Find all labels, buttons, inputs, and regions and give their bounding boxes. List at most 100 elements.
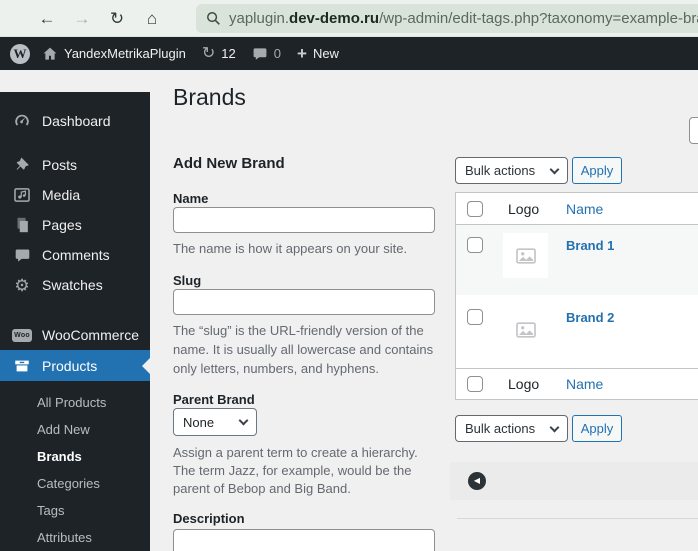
column-header-name[interactable]: Name [566, 201, 603, 217]
chevron-down-icon [549, 164, 560, 174]
media-icon [12, 186, 32, 204]
row-checkbox[interactable] [467, 309, 483, 325]
submenu-categories[interactable]: Categories [0, 470, 150, 497]
submenu-add-new[interactable]: Add New [0, 416, 150, 443]
apply-button-bottom[interactable]: Apply [572, 415, 622, 442]
submenu-brands[interactable]: Brands [0, 443, 150, 470]
description-label: Description [173, 511, 245, 526]
home-site-icon [43, 47, 57, 60]
name-input[interactable] [173, 207, 435, 233]
image-placeholder-icon [515, 321, 536, 338]
table-row: Brand 1 [456, 225, 698, 295]
divider-line [457, 518, 698, 519]
reload-button[interactable]: ↻ [106, 10, 128, 27]
search-brands-input[interactable] [689, 117, 698, 144]
admin-bar-site-menu[interactable]: YandexMetrikaPlugin [42, 46, 186, 62]
brand-logo-placeholder [503, 307, 548, 352]
page-body: Dashboard Posts Media Pages Comments ⚙ S… [0, 70, 698, 551]
parent-brand-label: Parent Brand [173, 392, 255, 407]
description-textarea[interactable] [173, 529, 435, 551]
apply-button-top[interactable]: Apply [572, 157, 622, 184]
slug-help: The “slug” is the URL-friendly version o… [173, 323, 434, 376]
previous-arrow-icon: ◀ [473, 476, 481, 485]
comments-bubble-icon [253, 47, 267, 60]
menu-separator [0, 300, 150, 320]
new-label: New [312, 46, 339, 61]
plus-icon: + [297, 44, 307, 63]
parent-brand-select[interactable]: None [173, 408, 257, 436]
admin-bar-new[interactable]: + New [297, 45, 339, 62]
admin-bar-updates[interactable]: ↻ 12 [201, 44, 236, 62]
column-header-logo: Logo [508, 200, 540, 217]
dashboard-icon [12, 112, 32, 130]
row-checkbox[interactable] [467, 237, 483, 253]
slug-label: Slug [173, 273, 202, 288]
posts-pin-icon [12, 156, 32, 174]
slug-input[interactable] [173, 289, 435, 315]
brand-name-link[interactable]: Brand 2 [566, 310, 614, 325]
home-icon: ⌂ [146, 8, 158, 28]
gear-icon: ⚙ [14, 275, 30, 295]
browser-toolbar: ← → ↻ ⌂ yaplugin.dev-demo.ru/wp-admin/ed… [0, 0, 698, 37]
sidebar-item-media[interactable]: Media [0, 180, 150, 210]
chevron-down-icon [238, 415, 249, 426]
select-all-checkbox-bottom[interactable] [467, 376, 483, 392]
page-title: Brands [173, 84, 246, 110]
pages-icon [12, 216, 32, 234]
table-header-row: Logo Name [456, 193, 698, 225]
parent-brand-help: Assign a parent term to create a hierarc… [173, 445, 418, 496]
chevron-down-icon [549, 422, 560, 432]
updates-count: 12 [221, 46, 236, 61]
parent-brand-value: None [183, 414, 215, 430]
wordpress-logo-icon[interactable]: W [10, 43, 30, 64]
admin-sidebar: Dashboard Posts Media Pages Comments ⚙ S… [0, 92, 150, 551]
updates-icon: ↻ [201, 44, 216, 62]
previous-page-button[interactable]: ◀ [468, 472, 486, 490]
column-footer-name[interactable]: Name [566, 376, 603, 392]
brand-logo-placeholder [503, 233, 548, 278]
brand-name-link[interactable]: Brand 1 [566, 238, 614, 253]
woocommerce-icon: Woo [12, 328, 32, 342]
reload-icon: ↻ [109, 8, 125, 28]
name-help: The name is how it appears on your site. [173, 241, 408, 256]
back-button[interactable]: ← [36, 10, 58, 27]
wp-admin-bar: W YandexMetrikaPlugin ↻ 12 0 + New [0, 37, 698, 70]
sidebar-item-comments[interactable]: Comments [0, 240, 150, 270]
sidebar-item-dashboard[interactable]: Dashboard [0, 106, 150, 136]
select-all-checkbox-top[interactable] [467, 200, 483, 217]
sidebar-item-swatches[interactable]: ⚙ Swatches [0, 270, 150, 300]
table-footer-row: Logo Name [456, 368, 698, 399]
bulk-actions-select-top[interactable]: Bulk actions [455, 157, 568, 184]
back-icon: ← [38, 8, 56, 28]
address-bar[interactable]: yaplugin.dev-demo.ru/wp-admin/edit-tags.… [196, 4, 698, 33]
sidebar-item-posts[interactable]: Posts [0, 150, 150, 180]
table-row: Brand 2 [456, 295, 698, 368]
submenu-all-products[interactable]: All Products [0, 389, 150, 416]
comments-icon [12, 247, 32, 264]
pagination-strip: ◀ [450, 462, 698, 500]
menu-separator [0, 136, 150, 150]
image-placeholder-icon [515, 247, 536, 264]
name-label: Name [173, 191, 209, 206]
bulk-actions-select-bottom[interactable]: Bulk actions [455, 415, 568, 442]
add-brand-form: Add New Brand Name The name is how it ap… [173, 155, 435, 551]
brands-table: Logo Name Brand 1 Brand 2 Logo Name [455, 192, 698, 400]
sidebar-item-products[interactable]: Products [0, 350, 150, 381]
home-button[interactable]: ⌂ [141, 10, 163, 27]
url-text: yaplugin.dev-demo.ru/wp-admin/edit-tags.… [229, 10, 698, 27]
sidebar-item-woocommerce[interactable]: Woo WooCommerce [0, 320, 150, 350]
products-box-icon [12, 357, 32, 375]
site-name: YandexMetrikaPlugin [64, 46, 186, 61]
submenu-tags[interactable]: Tags [0, 497, 150, 524]
column-footer-logo: Logo [508, 376, 540, 392]
comments-count: 0 [273, 46, 281, 61]
submenu-attributes[interactable]: Attributes [0, 524, 150, 551]
forward-button[interactable]: → [71, 10, 93, 27]
sidebar-item-pages[interactable]: Pages [0, 210, 150, 240]
screen: ← → ↻ ⌂ yaplugin.dev-demo.ru/wp-admin/ed… [0, 0, 698, 551]
admin-bar-comments[interactable]: 0 [252, 46, 281, 62]
forward-icon: → [73, 8, 91, 28]
search-icon [207, 12, 220, 25]
form-heading: Add New Brand [173, 155, 285, 172]
products-submenu: All Products Add New Brands Categories T… [0, 381, 150, 551]
